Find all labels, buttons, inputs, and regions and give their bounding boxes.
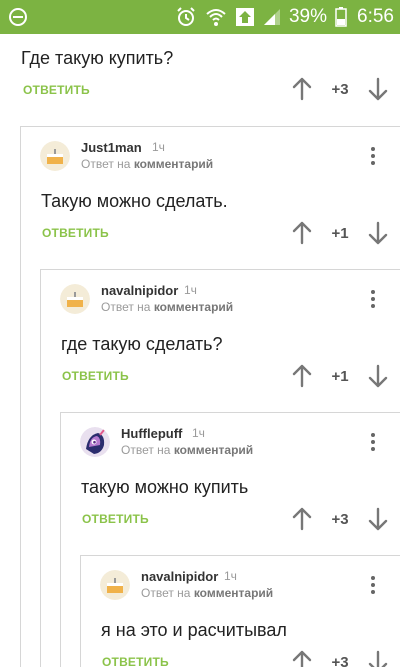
status-bar: 39% 6:56 bbox=[0, 0, 400, 34]
timestamp: 1ч bbox=[152, 140, 165, 154]
more-options-icon[interactable] bbox=[363, 431, 383, 455]
author-name[interactable]: Just1man bbox=[81, 140, 142, 155]
more-options-icon[interactable] bbox=[363, 145, 383, 169]
upvote-arrow-icon[interactable] bbox=[289, 220, 315, 246]
upvote-arrow-icon[interactable] bbox=[289, 506, 315, 532]
reply-button[interactable]: ОТВЕТИТЬ bbox=[23, 83, 90, 97]
vote-controls: +3 bbox=[289, 506, 391, 532]
reply-button[interactable]: ОТВЕТИТЬ bbox=[62, 369, 129, 383]
comment-text: где такую сделать? bbox=[61, 334, 223, 354]
thread-line bbox=[60, 412, 61, 667]
score: +1 bbox=[331, 224, 349, 242]
downvote-arrow-icon[interactable] bbox=[365, 76, 391, 102]
no-entry-icon bbox=[9, 8, 27, 26]
comment-text: такую можно купить bbox=[81, 477, 249, 497]
alarm-icon bbox=[177, 7, 195, 26]
reply-to-link[interactable]: комментарий bbox=[154, 300, 233, 314]
reply-button[interactable]: ОТВЕТИТЬ bbox=[82, 512, 149, 526]
timestamp: 1ч bbox=[224, 569, 237, 583]
reply-button[interactable]: ОТВЕТИТЬ bbox=[42, 226, 109, 240]
thread-line bbox=[20, 126, 21, 667]
reply-to-link[interactable]: комментарий bbox=[134, 157, 213, 171]
author-name[interactable]: navalnipidor bbox=[101, 283, 178, 298]
reply-to-link[interactable]: комментарий bbox=[194, 586, 273, 600]
comment-divider bbox=[60, 412, 400, 413]
thread-line bbox=[80, 555, 81, 667]
score: +1 bbox=[331, 367, 349, 385]
upvote-arrow-icon[interactable] bbox=[289, 649, 315, 667]
pony-avatar-icon bbox=[80, 427, 110, 457]
avatar[interactable] bbox=[40, 141, 70, 171]
downvote-arrow-icon[interactable] bbox=[365, 649, 391, 667]
clock: 6:56 bbox=[357, 6, 394, 27]
battery-icon bbox=[335, 7, 347, 27]
reply-to-meta: Ответ на комментарий bbox=[81, 157, 214, 171]
comment-divider bbox=[80, 555, 400, 556]
score: +3 bbox=[331, 653, 349, 667]
downvote-arrow-icon[interactable] bbox=[365, 220, 391, 246]
upvote-arrow-icon[interactable] bbox=[289, 363, 315, 389]
cake-avatar-icon bbox=[100, 570, 130, 600]
downvote-arrow-icon[interactable] bbox=[365, 363, 391, 389]
thread-line bbox=[40, 269, 41, 667]
wifi-icon bbox=[206, 9, 226, 26]
avatar[interactable] bbox=[80, 427, 110, 457]
reply-to-link[interactable]: комментарий bbox=[174, 443, 253, 457]
author-name[interactable]: navalnipidor bbox=[141, 569, 218, 584]
author-name[interactable]: Hufflepuff bbox=[121, 426, 182, 441]
cake-avatar-icon bbox=[40, 141, 70, 171]
comment-divider bbox=[20, 126, 400, 127]
vote-controls: +1 bbox=[289, 220, 391, 246]
reply-to-meta: Ответ на комментарий bbox=[121, 443, 254, 457]
avatar[interactable] bbox=[100, 570, 130, 600]
avatar[interactable] bbox=[60, 284, 90, 314]
home-upload-icon bbox=[235, 8, 254, 26]
more-options-icon[interactable] bbox=[363, 574, 383, 598]
vote-controls: +1 bbox=[289, 363, 391, 389]
reply-button[interactable]: ОТВЕТИТЬ bbox=[102, 655, 169, 667]
score: +3 bbox=[331, 80, 349, 98]
comment-text: я на это и расчитывал bbox=[101, 620, 287, 640]
vote-controls: +3 bbox=[289, 76, 391, 102]
more-options-icon[interactable] bbox=[363, 288, 383, 312]
comment-divider bbox=[40, 269, 400, 270]
timestamp: 1ч bbox=[184, 283, 197, 297]
cake-avatar-icon bbox=[60, 284, 90, 314]
comment-text: Такую можно сделать. bbox=[41, 191, 228, 211]
upvote-arrow-icon[interactable] bbox=[289, 76, 315, 102]
battery-percent: 39% bbox=[288, 6, 328, 27]
comment-text: Где такую купить? bbox=[21, 48, 174, 68]
score: +3 bbox=[331, 510, 349, 528]
downvote-arrow-icon[interactable] bbox=[365, 506, 391, 532]
vote-controls: +3 bbox=[289, 649, 391, 667]
signal-icon bbox=[263, 9, 280, 25]
reply-to-meta: Ответ на комментарий bbox=[141, 586, 274, 600]
timestamp: 1ч bbox=[192, 426, 205, 440]
reply-to-meta: Ответ на комментарий bbox=[101, 300, 234, 314]
